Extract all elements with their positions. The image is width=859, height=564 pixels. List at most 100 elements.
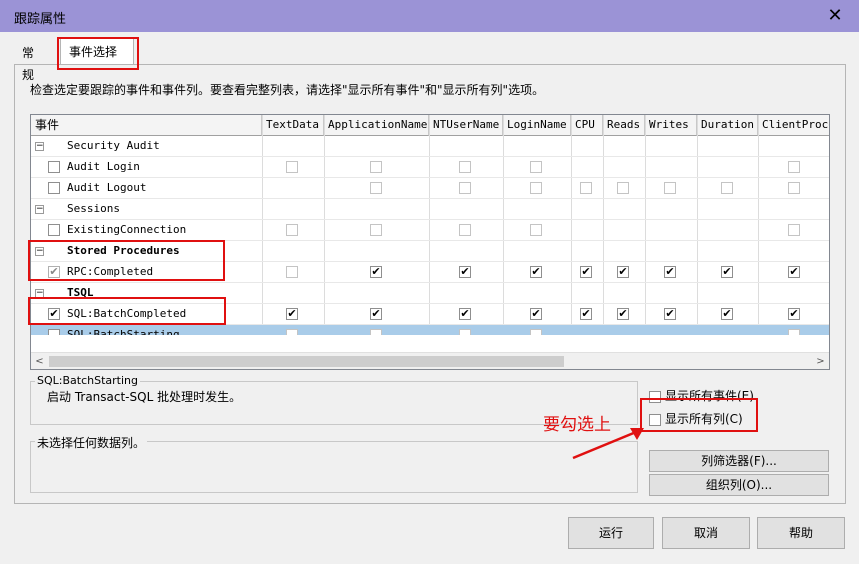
column-checkbox[interactable]: ✔ <box>580 308 592 320</box>
scroll-thumb[interactable] <box>49 356 564 367</box>
column-header[interactable]: TextData <box>262 115 324 136</box>
column-checkbox[interactable]: ✔ <box>580 266 592 278</box>
organize-columns-button[interactable]: 组织列(O)... <box>649 474 829 496</box>
column-description-legend: 未选择任何数据列。 <box>35 434 148 451</box>
event-row[interactable]: ✔ SQL:BatchCompleted ✔ ✔ ✔ ✔ ✔ ✔ ✔ ✔ ✔ <box>31 304 829 325</box>
column-checkbox[interactable] <box>370 329 382 335</box>
column-checkbox[interactable]: ✔ <box>370 308 382 320</box>
category-label: TSQL <box>67 286 94 299</box>
event-checkbox[interactable]: ✔ <box>48 266 60 278</box>
category-label: Security Audit <box>67 139 160 152</box>
column-checkbox[interactable] <box>459 329 471 335</box>
scroll-right-icon[interactable]: > <box>812 353 829 369</box>
event-row[interactable]: Audit Logout <box>31 178 829 199</box>
column-header[interactable]: CPU <box>571 115 603 136</box>
column-checkbox[interactable] <box>788 161 800 173</box>
column-checkbox[interactable] <box>286 266 298 278</box>
column-checkbox[interactable]: ✔ <box>721 308 733 320</box>
column-checkbox[interactable]: ✔ <box>788 266 800 278</box>
column-checkbox[interactable]: ✔ <box>370 266 382 278</box>
category-row[interactable]: − TSQL <box>31 283 829 304</box>
column-checkbox[interactable]: ✔ <box>459 266 471 278</box>
event-label: SQL:BatchCompleted <box>67 307 187 320</box>
collapse-icon[interactable]: − <box>35 289 44 298</box>
column-header[interactable]: ApplicationName <box>324 115 429 136</box>
category-row[interactable]: − Security Audit <box>31 136 829 157</box>
column-checkbox[interactable]: ✔ <box>788 308 800 320</box>
close-icon[interactable]: ✕ <box>823 4 847 28</box>
event-row[interactable]: SQL:BatchStarting <box>31 325 829 335</box>
column-checkbox[interactable] <box>530 182 542 194</box>
collapse-icon[interactable]: − <box>35 247 44 256</box>
column-checkbox[interactable] <box>459 224 471 236</box>
column-header[interactable]: ClientProce <box>758 115 829 136</box>
show-all-columns-checkbox[interactable] <box>649 413 661 426</box>
category-label: Stored Procedures <box>67 244 180 257</box>
event-checkbox[interactable] <box>48 329 60 335</box>
event-label: RPC:Completed <box>67 265 154 278</box>
cancel-button[interactable]: 取消 <box>662 517 750 549</box>
scroll-left-icon[interactable]: < <box>31 353 48 369</box>
column-checkbox[interactable]: ✔ <box>459 308 471 320</box>
collapse-icon[interactable]: − <box>35 142 44 151</box>
event-checkbox[interactable] <box>48 182 60 194</box>
column-checkbox[interactable]: ✔ <box>530 308 542 320</box>
event-checkbox[interactable] <box>48 161 60 173</box>
column-checkbox[interactable]: ✔ <box>664 266 676 278</box>
category-row[interactable]: − Sessions <box>31 199 829 220</box>
event-row[interactable]: Audit Login <box>31 157 829 178</box>
column-checkbox[interactable]: ✔ <box>530 266 542 278</box>
column-header[interactable]: Reads <box>603 115 645 136</box>
column-checkbox[interactable]: ✔ <box>664 308 676 320</box>
horizontal-scrollbar[interactable]: < > <box>31 352 829 369</box>
help-button[interactable]: 帮助 <box>757 517 845 549</box>
events-grid-body: 事件 TextData ApplicationName NTUserName Login… <box>31 115 829 335</box>
column-checkbox[interactable] <box>530 161 542 173</box>
event-checkbox[interactable] <box>48 224 60 236</box>
tab-general[interactable]: 常规 <box>14 42 42 82</box>
column-checkbox[interactable] <box>459 182 471 194</box>
column-header[interactable]: Writes <box>645 115 697 136</box>
event-row[interactable]: ExistingConnection <box>31 220 829 241</box>
column-checkbox[interactable]: ✔ <box>617 308 629 320</box>
column-checkbox[interactable] <box>370 182 382 194</box>
run-button[interactable]: 运行 <box>568 517 654 549</box>
event-row[interactable]: ✔ RPC:Completed ✔ ✔ ✔ ✔ ✔ ✔ ✔ ✔ <box>31 262 829 283</box>
show-all-columns-label: 显示所有列(C) <box>665 412 743 426</box>
column-checkbox[interactable] <box>788 224 800 236</box>
show-all-events-option[interactable]: 显示所有事件(E) <box>649 387 754 404</box>
collapse-icon[interactable]: − <box>35 205 44 214</box>
column-header[interactable]: Duration <box>697 115 758 136</box>
tab-event-selection[interactable]: 事件选择 <box>60 38 134 64</box>
column-checkbox[interactable] <box>286 224 298 236</box>
column-header[interactable]: LoginName <box>503 115 571 136</box>
column-header[interactable]: 事件 <box>31 115 262 136</box>
column-checkbox[interactable] <box>721 182 733 194</box>
column-checkbox[interactable] <box>370 224 382 236</box>
show-all-columns-option[interactable]: 显示所有列(C) <box>649 410 743 427</box>
column-header[interactable]: NTUserName <box>429 115 503 136</box>
column-checkbox[interactable] <box>530 329 542 335</box>
column-checkbox[interactable] <box>664 182 676 194</box>
category-label: Sessions <box>67 202 120 215</box>
category-row[interactable]: − Stored Procedures <box>31 241 829 262</box>
show-all-events-checkbox[interactable] <box>649 390 661 403</box>
column-checkbox[interactable] <box>788 329 800 335</box>
event-checkbox[interactable]: ✔ <box>48 308 60 320</box>
column-checkbox[interactable]: ✔ <box>286 308 298 320</box>
hint-text: 检查选定要跟踪的事件和事件列。要查看完整列表，请选择"显示所有事件"和"显示所有… <box>30 83 545 97</box>
column-checkbox[interactable]: ✔ <box>721 266 733 278</box>
column-checkbox[interactable] <box>286 161 298 173</box>
column-checkbox[interactable] <box>370 161 382 173</box>
column-checkbox[interactable] <box>459 161 471 173</box>
column-checkbox[interactable]: ✔ <box>617 266 629 278</box>
event-description-legend: SQL:BatchStarting <box>35 374 140 387</box>
column-checkbox[interactable] <box>617 182 629 194</box>
events-grid[interactable]: 事件 TextData ApplicationName NTUserName Login… <box>30 114 830 370</box>
column-checkbox[interactable] <box>286 329 298 335</box>
column-filters-button[interactable]: 列筛选器(F)... <box>649 450 829 472</box>
event-label: Audit Logout <box>67 181 147 194</box>
column-checkbox[interactable] <box>530 224 542 236</box>
column-checkbox[interactable] <box>788 182 800 194</box>
column-checkbox[interactable] <box>580 182 592 194</box>
